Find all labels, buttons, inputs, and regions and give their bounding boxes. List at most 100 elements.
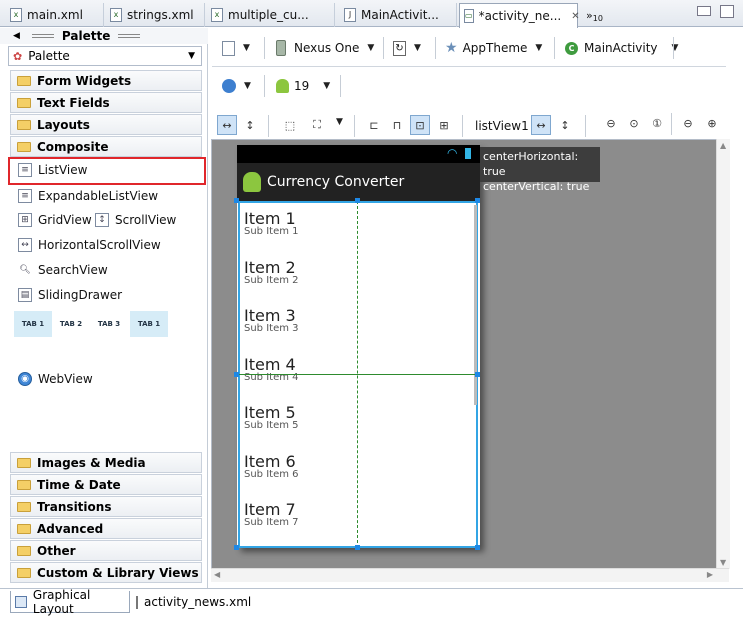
tab-overflow-button[interactable]: » 10 — [582, 3, 610, 27]
palette-item-expandablelistview[interactable]: ≡ ExpandableListView — [18, 189, 158, 203]
resize-handle[interactable] — [475, 372, 480, 377]
locale-dropdown[interactable]: ▼ — [222, 74, 251, 98]
resize-handle[interactable] — [355, 198, 360, 203]
horizontal-scroll-icon: ↔ — [18, 238, 32, 252]
minimize-icon[interactable] — [697, 6, 711, 16]
collapse-left-icon[interactable]: ◀ — [13, 31, 20, 41]
list-item[interactable]: Item 7 Sub Item 7 — [244, 500, 299, 528]
orientation-dropdown[interactable]: ↻ ▼ — [393, 36, 421, 60]
category-composite[interactable]: Composite — [10, 136, 202, 157]
list-item[interactable]: Item 6 Sub Item 6 — [244, 452, 299, 480]
resize-handle[interactable] — [475, 545, 480, 550]
tab-activity-news[interactable]: ▭ *activity_ne... ✕ — [459, 3, 580, 28]
category-label: Text Fields — [37, 95, 110, 110]
toggle-fill-width-button[interactable]: ↔ — [217, 115, 237, 135]
tab-widget-tab2[interactable]: TAB 2 — [52, 311, 90, 337]
config-chooser-button[interactable]: ▼ — [222, 36, 250, 60]
center-horizontal-button[interactable]: ⊞ — [434, 115, 454, 135]
category-label: Composite — [37, 139, 109, 154]
category-label: Images & Media — [37, 455, 146, 470]
resize-handle[interactable] — [234, 545, 239, 550]
list-item[interactable]: Item 2 Sub Item 2 — [244, 258, 299, 286]
category-text-fields[interactable]: Text Fields — [10, 92, 202, 113]
height-fill-button[interactable]: ↕ — [555, 115, 575, 135]
close-tab-icon[interactable]: ✕ — [571, 11, 579, 22]
category-transitions[interactable]: Transitions — [10, 496, 202, 517]
folder-icon — [17, 75, 31, 86]
resize-handle[interactable] — [475, 198, 480, 203]
resize-handle[interactable] — [234, 198, 239, 203]
palette-item-searchview[interactable]: 🔍︎ SearchView — [18, 263, 108, 277]
tab-widget-tab1[interactable]: TAB 1 — [14, 311, 52, 337]
toolbar-separator — [554, 37, 555, 59]
tab-graphical-layout[interactable]: Graphical Layout — [10, 587, 130, 616]
category-custom-library-views[interactable]: Custom & Library Views — [10, 562, 202, 583]
zoom-out-button[interactable]: ⊖ — [601, 113, 621, 133]
palette-item-gridview[interactable]: ⊞ GridView — [18, 213, 92, 227]
device-dropdown[interactable]: Nexus One ▼ — [276, 36, 374, 60]
tab-multiple-cu[interactable]: x multiple_cu... — [207, 3, 335, 27]
align-top-button[interactable]: ⊓ — [387, 115, 407, 135]
api-level-dropdown[interactable]: 19 ▼ — [276, 74, 330, 98]
zoom-in-button[interactable]: ⊕ — [702, 113, 722, 133]
fill-width-icon: ↔ — [222, 118, 232, 132]
category-images-media[interactable]: Images & Media — [10, 452, 202, 473]
activity-dropdown[interactable]: C MainActivity ▼ — [565, 36, 678, 60]
open-folder-icon — [17, 141, 31, 152]
star-icon: ★ — [445, 40, 458, 56]
drag-handle[interactable] — [118, 34, 141, 38]
scroll-up-icon[interactable]: ▲ — [720, 141, 726, 150]
tab-mainactivity[interactable]: J MainActivit... — [340, 3, 457, 27]
tab-label: Graphical Layout — [32, 587, 91, 616]
category-advanced[interactable]: Advanced — [10, 518, 202, 539]
tab-main-xml[interactable]: x main.xml — [6, 3, 104, 27]
theme-dropdown[interactable]: ★ AppTheme ▼ — [445, 36, 542, 60]
resize-handle[interactable] — [355, 545, 360, 550]
palette-item-scrollview[interactable]: ↕ ScrollView — [95, 213, 176, 227]
align-left-button[interactable]: ⊏ — [364, 115, 384, 135]
zoom-out-small-button[interactable]: ⊖ — [678, 113, 698, 133]
show-margins-button[interactable]: ⬚ — [280, 115, 300, 135]
folder-icon — [17, 457, 31, 468]
list-item[interactable]: Item 3 Sub Item 3 — [244, 306, 299, 334]
center-horizontal-icon: ⊞ — [439, 118, 449, 132]
zoom-actual-button[interactable]: ① — [647, 113, 667, 133]
canvas-vertical-scrollbar[interactable]: ▲ ▼ — [716, 139, 730, 569]
category-label: Transitions — [37, 499, 112, 514]
scroll-left-icon[interactable]: ◀ — [214, 570, 220, 579]
canvas-horizontal-scrollbar[interactable]: ◀ ▶ — [211, 568, 729, 582]
selection-id: listView1 — [475, 119, 529, 133]
category-time-date[interactable]: Time & Date — [10, 474, 202, 495]
scroll-down-icon[interactable]: ▼ — [720, 558, 726, 567]
tab-widget-tab1-alt[interactable]: TAB 1 — [130, 311, 168, 337]
tab-widget-tab3[interactable]: TAB 3 — [90, 311, 128, 337]
palette-item-webview[interactable]: ◉ WebView — [18, 372, 93, 386]
list-item[interactable]: Item 1 Sub Item 1 — [244, 209, 299, 237]
category-form-widgets[interactable]: Form Widgets — [10, 70, 202, 91]
zoom-fit-button[interactable]: ⊙ — [624, 113, 644, 133]
category-label: Custom & Library Views — [37, 565, 199, 580]
margins-icon: ⬚ — [284, 118, 296, 132]
zoom-layout-button[interactable]: ⛶ — [307, 115, 327, 135]
center-vertical-button[interactable]: ⊡ — [410, 115, 430, 135]
palette-item-horizontalscrollview[interactable]: ↔ HorizontalScrollView — [18, 238, 161, 252]
tab-strings-xml[interactable]: x strings.xml — [106, 3, 205, 27]
drag-handle[interactable] — [31, 34, 54, 38]
list-item[interactable]: Item 4 Sub Item 4 — [244, 355, 299, 383]
palette-item-slidingdrawer[interactable]: ▤ SlidingDrawer — [18, 288, 122, 302]
width-fill-button[interactable]: ↔ — [531, 115, 551, 135]
palette-mode-combo[interactable]: ✿ Palette ▼ — [8, 46, 202, 66]
zoom-fit-icon: ⊙ — [629, 116, 639, 130]
resize-handle[interactable] — [234, 372, 239, 377]
list-item[interactable]: Item 5 Sub Item 5 — [244, 403, 299, 431]
toggle-fill-height-button[interactable]: ↕ — [240, 115, 260, 135]
category-label: Time & Date — [37, 477, 121, 492]
category-other[interactable]: Other — [10, 540, 202, 561]
category-layouts[interactable]: Layouts — [10, 114, 202, 135]
tab-activity-news-xml[interactable]: activity_news.xml — [132, 591, 252, 613]
maximize-icon[interactable] — [720, 5, 734, 18]
scroll-right-icon[interactable]: ▶ — [707, 570, 713, 579]
more-options-dropdown[interactable]: ▼ — [334, 117, 343, 127]
palette-item-listview[interactable]: ≡ ListView — [18, 163, 87, 177]
xml-file-icon: x — [110, 8, 122, 22]
